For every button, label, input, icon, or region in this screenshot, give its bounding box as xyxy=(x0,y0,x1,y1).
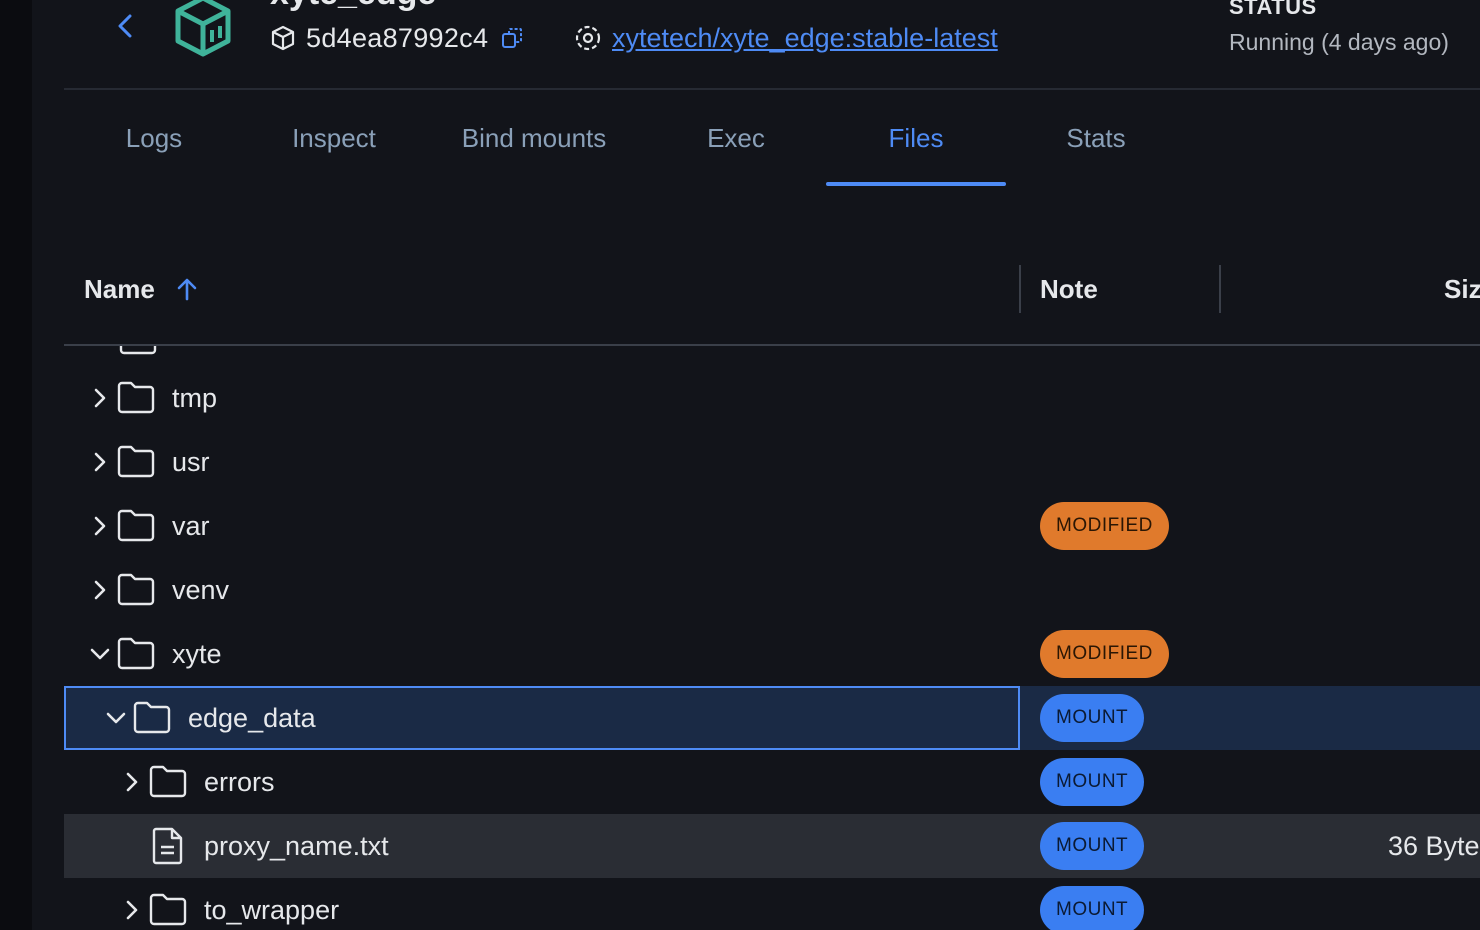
container-id-group: 5d4ea87992c4 xyxy=(270,20,524,56)
folder-row[interactable]: edge_data MOUNT xyxy=(64,686,1480,750)
image-layers-icon xyxy=(575,25,601,51)
row-name: var xyxy=(172,510,210,541)
status-value: Running (4 days ago) xyxy=(1229,29,1449,55)
image-group: xytetech/xyte_edge:stable-latest xyxy=(574,20,998,56)
tab-files[interactable]: Files xyxy=(826,90,1006,186)
file-row[interactable]: proxy_name.txt MOUNT 36 Byte xyxy=(64,814,1480,878)
column-separator[interactable] xyxy=(1019,265,1021,313)
chevron-left-icon xyxy=(118,14,132,38)
column-name-label: Name xyxy=(84,273,155,304)
tab-inspect[interactable]: Inspect xyxy=(264,90,404,186)
folder-icon xyxy=(117,573,155,606)
folder-row[interactable]: usr xyxy=(64,430,1480,494)
chevron-right-icon[interactable] xyxy=(88,512,112,540)
copy-icon[interactable] xyxy=(500,26,524,50)
tab-exec[interactable]: Exec xyxy=(666,90,806,186)
file-tree: tmp usr var MODIFIED venv xyte MODIFIED edge_da… xyxy=(64,346,1480,930)
chevron-right-icon[interactable] xyxy=(88,384,112,412)
folder-row[interactable]: tmp xyxy=(64,366,1480,430)
row-name: errors xyxy=(204,766,275,797)
mount-badge: MOUNT xyxy=(1040,694,1145,742)
folder-row[interactable]: venv xyxy=(64,558,1480,622)
chevron-right-icon[interactable] xyxy=(120,896,144,924)
cube-icon xyxy=(271,25,295,51)
chevron-down-icon[interactable] xyxy=(104,704,128,732)
tab-bar: Logs Inspect Bind mounts Exec Files Stat… xyxy=(64,90,1480,186)
row-name: to_wrapper xyxy=(204,894,340,925)
folder-row[interactable]: var MODIFIED xyxy=(64,494,1480,558)
status-label: STATUS xyxy=(1229,0,1317,19)
row-size: 36 Byte xyxy=(1388,830,1480,861)
row-name: usr xyxy=(172,446,210,477)
column-header-note[interactable]: Note xyxy=(1040,262,1098,316)
chevron-down-icon[interactable] xyxy=(88,640,112,668)
folder-icon xyxy=(149,765,187,798)
modified-badge: MODIFIED xyxy=(1040,630,1169,678)
folder-row[interactable]: xyte MODIFIED xyxy=(64,622,1480,686)
row-name: proxy_name.txt xyxy=(204,830,389,861)
chevron-right-icon[interactable] xyxy=(88,576,112,604)
container-id: 5d4ea87992c4 xyxy=(306,22,489,53)
tab-stats[interactable]: Stats xyxy=(1026,90,1166,186)
column-separator[interactable] xyxy=(1219,265,1221,313)
chevron-right-icon[interactable] xyxy=(120,768,144,796)
mount-badge: MOUNT xyxy=(1040,886,1145,930)
mount-badge: MOUNT xyxy=(1040,758,1145,806)
row-name: venv xyxy=(172,574,230,605)
column-header-name[interactable]: Name xyxy=(84,262,201,316)
row-name: edge_data xyxy=(188,702,316,733)
column-header-size[interactable]: Siz xyxy=(1444,262,1480,316)
folder-icon xyxy=(117,637,155,670)
tab-bind-mounts[interactable]: Bind mounts xyxy=(436,90,632,186)
row-name: tmp xyxy=(172,382,218,413)
chevron-right-icon[interactable] xyxy=(88,448,112,476)
folder-icon xyxy=(149,893,187,926)
container-name: xyte_edge xyxy=(270,0,436,13)
folder-row[interactable]: to_wrapper MOUNT xyxy=(64,878,1480,930)
mount-badge: MOUNT xyxy=(1040,822,1145,870)
back-button[interactable] xyxy=(112,6,140,46)
file-table-header: Name Note Siz xyxy=(64,262,1480,344)
modified-badge: MODIFIED xyxy=(1040,502,1169,550)
arrow-up-icon[interactable] xyxy=(173,275,201,303)
folder-icon xyxy=(117,445,155,478)
container-box-icon xyxy=(175,0,231,57)
file-text-icon xyxy=(152,827,183,865)
folder-icon xyxy=(117,509,155,542)
folder-icon xyxy=(133,701,171,734)
folder-icon xyxy=(117,381,155,414)
folder-icon xyxy=(119,346,157,355)
row-name: xyte xyxy=(172,638,222,669)
image-link[interactable]: xytetech/xyte_edge:stable-latest xyxy=(612,23,998,54)
tab-logs[interactable]: Logs xyxy=(84,90,224,186)
folder-row[interactable]: errors MOUNT xyxy=(64,750,1480,814)
left-sidebar-strip xyxy=(0,0,32,930)
